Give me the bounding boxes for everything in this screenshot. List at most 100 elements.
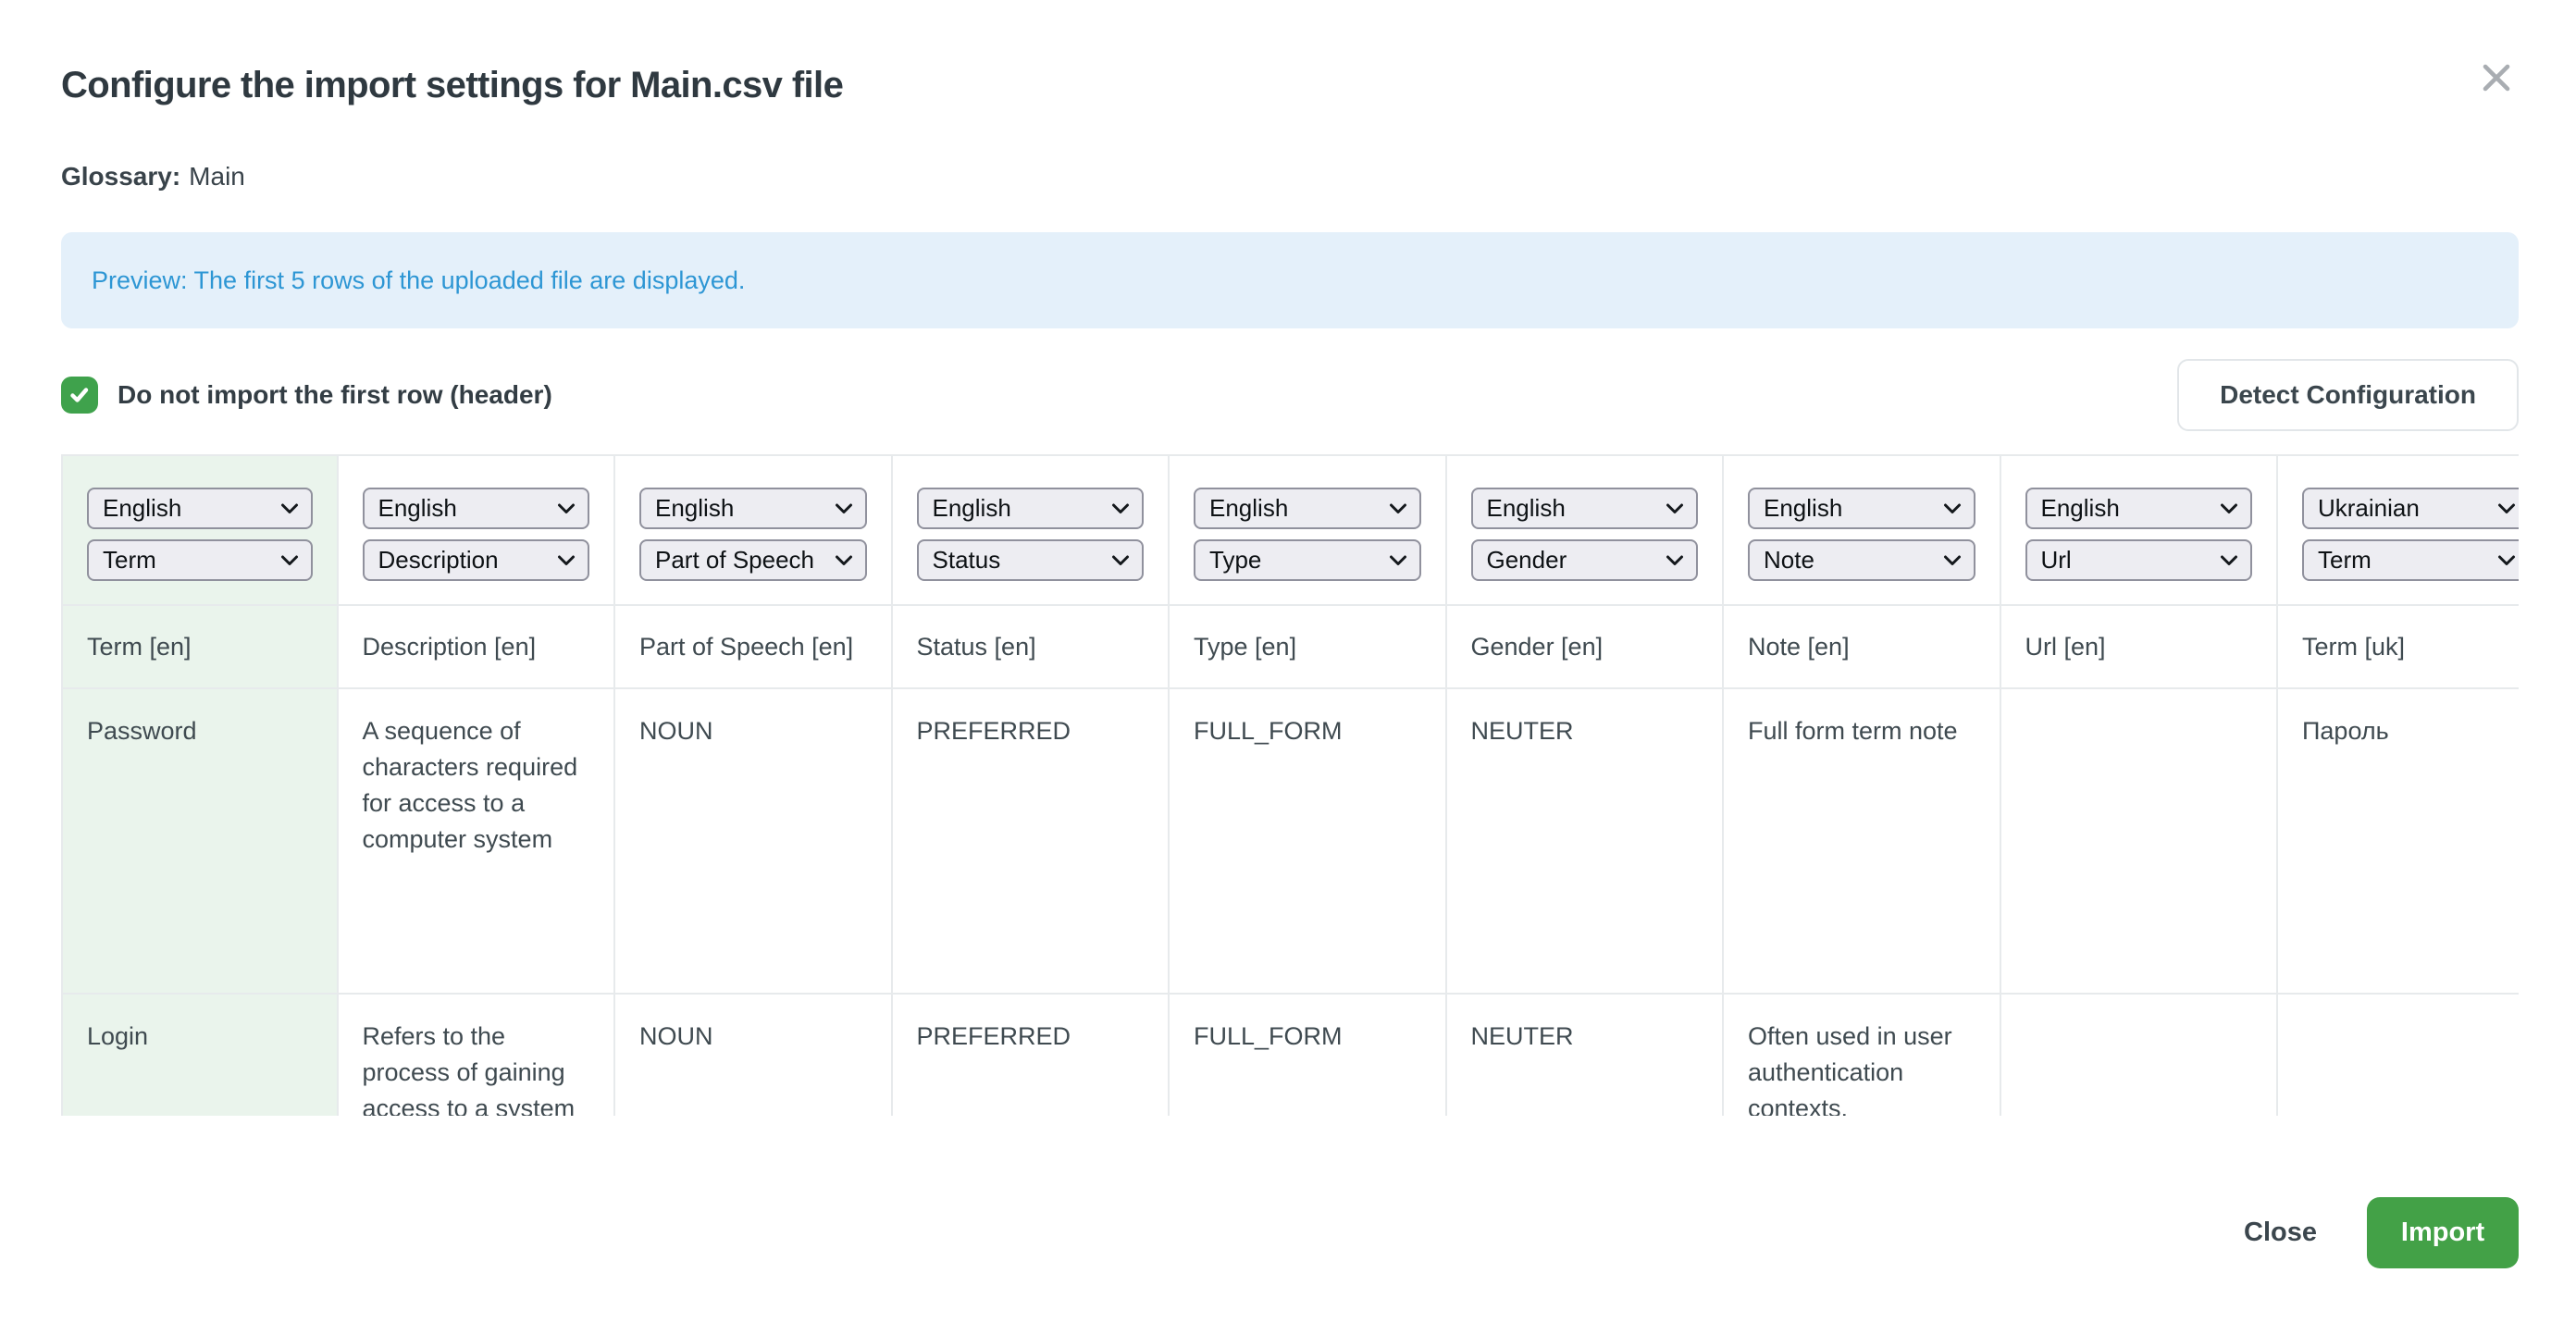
import-preview-table-scroll[interactable]: English Term Term [en] Password Login En… (61, 454, 2519, 1116)
field-select[interactable]: Url (2025, 539, 2253, 581)
table-column: English Url Url [en] (2001, 456, 2279, 1116)
language-select[interactable]: English (363, 488, 590, 529)
language-select-value: English (1764, 494, 1842, 523)
column-mapping-cell: English Note (1724, 456, 2000, 606)
table-cell: Full form term note (1724, 689, 2000, 995)
table-cell (2278, 995, 2519, 1116)
chevron-down-icon (1111, 555, 1130, 566)
table-column: English Status Status [en] PREFERRED PRE… (893, 456, 1170, 1116)
chevron-down-icon (1666, 555, 1684, 566)
chevron-down-icon (1389, 555, 1407, 566)
language-select[interactable]: English (1194, 488, 1421, 529)
language-select[interactable]: English (2025, 488, 2253, 529)
preview-info-text: Preview: The first 5 rows of the uploade… (92, 266, 745, 295)
field-select[interactable]: Status (917, 539, 1145, 581)
preview-info-banner: Preview: The first 5 rows of the uploade… (61, 232, 2519, 328)
close-icon[interactable] (2474, 56, 2519, 100)
language-select-value: English (655, 494, 734, 523)
table-column: English Gender Gender [en] NEUTER NEUTER (1447, 456, 1725, 1116)
chevron-down-icon (1943, 555, 1962, 566)
chevron-down-icon (1666, 503, 1684, 514)
chevron-down-icon (557, 555, 576, 566)
field-select-value: Gender (1487, 546, 1567, 575)
modal-footer: Close Import (61, 1197, 2519, 1268)
column-header: Url [en] (2001, 606, 2277, 689)
field-select-value: Term (103, 546, 156, 575)
language-select[interactable]: English (1748, 488, 1975, 529)
language-select-value: English (933, 494, 1011, 523)
chevron-down-icon (2497, 503, 2516, 514)
chevron-down-icon (280, 503, 299, 514)
language-select-value: English (103, 494, 181, 523)
table-cell: A sequence of characters required for ac… (339, 689, 614, 995)
close-button[interactable]: Close (2244, 1218, 2317, 1248)
detect-configuration-button[interactable]: Detect Configuration (2177, 359, 2519, 431)
chevron-down-icon (2497, 555, 2516, 566)
column-mapping-cell: English Type (1170, 456, 1445, 606)
column-mapping-cell: English Description (339, 456, 614, 606)
field-select[interactable]: Type (1194, 539, 1421, 581)
column-mapping-cell: English Gender (1447, 456, 1723, 606)
language-select-value: English (1487, 494, 1566, 523)
column-mapping-cell: Ukrainian Term (2278, 456, 2519, 606)
table-cell: Password (63, 689, 337, 995)
table-column: Ukrainian Term Term [uk] Пароль (2278, 456, 2519, 1116)
table-cell (2001, 995, 2277, 1116)
field-select-value: Term (2318, 546, 2372, 575)
glossary-line: Glossary:Main (61, 162, 2519, 192)
import-button[interactable]: Import (2367, 1197, 2519, 1268)
column-header: Term [en] (63, 606, 337, 689)
field-select[interactable]: Term (2302, 539, 2519, 581)
chevron-down-icon (280, 555, 299, 566)
table-cell: PREFERRED (893, 995, 1169, 1116)
column-mapping-cell: English Status (893, 456, 1169, 606)
table-cell: Often used in user authentication contex… (1724, 995, 2000, 1116)
language-select[interactable]: English (639, 488, 867, 529)
field-select-value: Type (1209, 546, 1261, 575)
chevron-down-icon (835, 555, 853, 566)
x-icon (2480, 61, 2513, 94)
skip-header-checkbox[interactable] (61, 377, 98, 414)
column-header: Gender [en] (1447, 606, 1723, 689)
chevron-down-icon (557, 503, 576, 514)
field-select[interactable]: Term (87, 539, 313, 581)
table-cell: Refers to the process of gaining access … (339, 995, 614, 1116)
column-header: Status [en] (893, 606, 1169, 689)
table-cell: FULL_FORM (1170, 689, 1445, 995)
import-settings-modal: Configure the import settings for Main.c… (0, 0, 2576, 1335)
table-cell: Login (63, 995, 337, 1116)
table-column: English Part of Speech Part of Speech [e… (615, 456, 893, 1116)
language-select[interactable]: Ukrainian (2302, 488, 2519, 529)
column-header: Term [uk] (2278, 606, 2519, 689)
field-select[interactable]: Part of Speech (639, 539, 867, 581)
table-column: English Term Term [en] Password Login (61, 456, 339, 1116)
import-preview-table: English Term Term [en] Password Login En… (61, 454, 2519, 1116)
table-column: English Type Type [en] FULL_FORM FULL_FO… (1170, 456, 1447, 1116)
chevron-down-icon (2220, 555, 2238, 566)
language-select[interactable]: English (1471, 488, 1699, 529)
column-header: Note [en] (1724, 606, 2000, 689)
column-mapping-cell: English Url (2001, 456, 2277, 606)
chevron-down-icon (835, 503, 853, 514)
skip-header-label: Do not import the first row (header) (118, 380, 552, 410)
language-select[interactable]: English (87, 488, 313, 529)
page-title: Configure the import settings for Main.c… (61, 65, 2519, 106)
table-cell: Пароль (2278, 689, 2519, 995)
column-header: Part of Speech [en] (615, 606, 891, 689)
chevron-down-icon (1943, 503, 1962, 514)
column-header: Description [en] (339, 606, 614, 689)
field-select[interactable]: Note (1748, 539, 1975, 581)
chevron-down-icon (1389, 503, 1407, 514)
language-select[interactable]: English (917, 488, 1145, 529)
field-select[interactable]: Gender (1471, 539, 1699, 581)
skip-header-option[interactable]: Do not import the first row (header) (61, 377, 552, 414)
table-column: English Note Note [en] Full form term no… (1724, 456, 2001, 1116)
language-select-value: English (378, 494, 457, 523)
field-select[interactable]: Description (363, 539, 590, 581)
table-column: English Description Description [en] A s… (339, 456, 616, 1116)
table-cell (2001, 689, 2277, 995)
table-cell: NOUN (615, 689, 891, 995)
chevron-down-icon (2220, 503, 2238, 514)
language-select-value: English (1209, 494, 1288, 523)
options-row: Do not import the first row (header) Det… (61, 359, 2519, 431)
